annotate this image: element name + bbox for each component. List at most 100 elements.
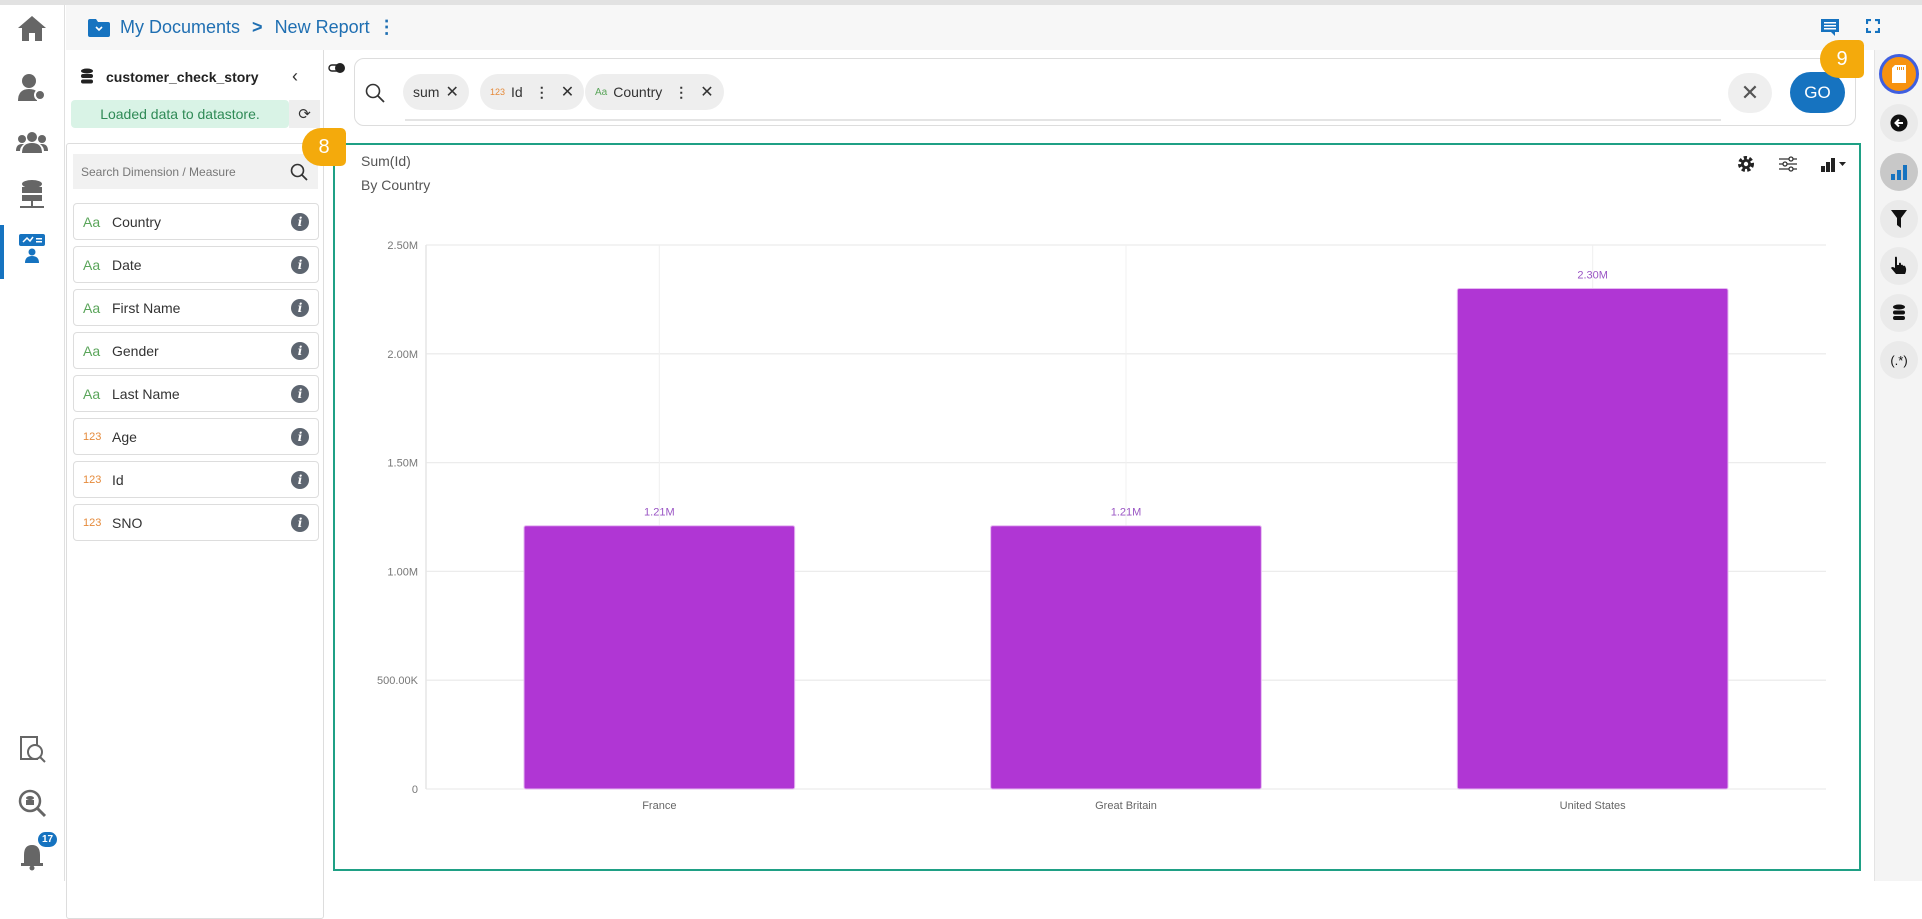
data-catalog-icon[interactable] — [14, 732, 50, 768]
dataset-panel: customer_check_story ‹ Loaded data to da… — [66, 50, 324, 919]
x-tick-label: United States — [1560, 800, 1627, 812]
info-icon[interactable]: i — [291, 427, 309, 446]
breadcrumb-my-documents[interactable]: My Documents — [120, 17, 240, 38]
field-name: First Name — [112, 299, 181, 316]
measure-type-icon: 123 — [83, 430, 102, 443]
remove-chip-icon[interactable]: ✕ — [561, 82, 574, 102]
query-chip-sum[interactable]: sum ✕ — [403, 74, 469, 110]
database-icon — [81, 68, 93, 84]
info-icon[interactable]: i — [291, 212, 309, 231]
field-item-date[interactable]: Aa Date i — [73, 246, 319, 283]
bar-chart: 0 500.00K 1.00M 1.50M 2.00M 2.50M 1.21M France 1… — [377, 240, 1826, 812]
field-item-age[interactable]: 123 Age i — [73, 418, 319, 455]
notifications-bell-icon[interactable]: 17 — [14, 832, 58, 874]
bar-united-states[interactable] — [1456, 288, 1729, 790]
query-bar: sum ✕ 123 Id ⋮ ✕ Aa Country ⋮ ✕ ✕ GO — [354, 58, 1856, 126]
pointer-hand-icon[interactable] — [1880, 247, 1918, 285]
breadcrumb: My Documents > New Report ⋮ — [66, 5, 1922, 50]
home-icon[interactable] — [14, 10, 50, 46]
dimension-type-icon: Aa — [83, 256, 101, 273]
info-icon[interactable]: i — [291, 341, 309, 360]
users-group-icon[interactable] — [14, 124, 50, 160]
bar-great-britain[interactable] — [990, 525, 1262, 790]
go-button[interactable]: GO — [1790, 72, 1845, 113]
y-tick-label: 1.00M — [387, 566, 418, 578]
collapse-panel-icon[interactable]: ‹ — [292, 66, 298, 87]
callout-badge-8: 8 — [302, 128, 346, 166]
toggle-switch[interactable] — [328, 62, 346, 74]
field-item-last-name[interactable]: Aa Last Name i — [73, 375, 319, 412]
info-icon[interactable]: i — [291, 298, 309, 317]
chart-container: Sum(Id) By Country 0 500.00K 1.00M 1.50M 2.0… — [333, 143, 1861, 871]
dimension-type-icon: Aa — [83, 213, 101, 230]
query-chip-id[interactable]: 123 Id ⋮ ✕ — [480, 74, 585, 110]
chip-menu-icon[interactable]: ⋮ — [535, 84, 549, 101]
chip-menu-icon[interactable]: ⋮ — [674, 84, 688, 101]
query-input-underline[interactable] — [405, 119, 1721, 121]
dimension-type-icon: Aa — [83, 342, 101, 359]
search-field-input[interactable]: Search Dimension / Measure — [73, 154, 318, 189]
field-item-gender[interactable]: Aa Gender i — [73, 332, 319, 369]
remove-chip-icon[interactable]: ✕ — [445, 82, 458, 102]
remove-chip-icon[interactable]: ✕ — [700, 82, 713, 102]
callout-badge-9: 9 — [1820, 40, 1864, 78]
info-icon[interactable]: i — [291, 384, 309, 403]
field-item-sno[interactable]: 123 SNO i — [73, 504, 319, 541]
user-settings-icon[interactable] — [14, 69, 50, 105]
notification-count-badge: 17 — [38, 832, 58, 847]
y-tick-label: 500.00K — [377, 675, 419, 687]
measure-type-icon: 123 — [83, 473, 102, 486]
field-item-country[interactable]: Aa Country i — [73, 203, 319, 240]
active-indicator — [0, 225, 4, 279]
app-nav: 17 — [0, 5, 65, 881]
search-icon — [365, 83, 385, 103]
field-item-id[interactable]: 123 Id i — [73, 461, 319, 498]
field-name: Country — [112, 213, 162, 230]
filter-icon[interactable] — [1880, 200, 1918, 238]
field-name: Last Name — [112, 385, 180, 402]
right-toolbar: (.*) — [1874, 50, 1922, 881]
field-list: Search Dimension / Measure Aa Country i Aa D… — [66, 143, 324, 919]
database-icon[interactable] — [1880, 294, 1918, 332]
x-tick-label: France — [642, 800, 676, 812]
y-tick-label: 2.00M — [387, 349, 418, 361]
chart-icon[interactable] — [1880, 153, 1918, 191]
clear-query-button[interactable]: ✕ — [1728, 73, 1772, 113]
comments-icon[interactable] — [1821, 19, 1839, 36]
data-story-icon[interactable] — [14, 230, 50, 266]
field-name: Id — [112, 471, 124, 488]
info-icon[interactable]: i — [291, 513, 309, 532]
y-tick-label: 0 — [412, 784, 418, 796]
dataset-name: customer_check_story — [106, 68, 259, 85]
search-icon[interactable] — [290, 163, 308, 181]
search-placeholder: Search Dimension / Measure — [81, 164, 236, 179]
data-search-icon[interactable] — [14, 785, 50, 821]
field-item-first-name[interactable]: Aa First Name i — [73, 289, 319, 326]
field-name: Gender — [112, 342, 159, 359]
regex-icon[interactable]: (.*) — [1880, 341, 1918, 379]
bar-france[interactable] — [523, 525, 796, 790]
dimension-type-icon: Aa — [83, 385, 101, 402]
y-tick-label: 1.50M — [387, 458, 418, 470]
data-connector-icon[interactable] — [14, 177, 50, 213]
query-chip-country[interactable]: Aa Country ⋮ ✕ — [585, 74, 724, 110]
field-name: Age — [112, 428, 137, 445]
measure-type-icon: 123 — [490, 87, 506, 97]
refresh-icon[interactable]: ⟳ — [289, 100, 320, 128]
dimension-type-icon: Aa — [83, 299, 101, 316]
more-options-icon[interactable]: ⋮ — [378, 17, 396, 38]
x-tick-label: Great Britain — [1095, 800, 1157, 812]
dimension-type-icon: Aa — [595, 86, 608, 98]
back-arrow-icon[interactable] — [1880, 104, 1918, 142]
fullscreen-icon[interactable] — [1866, 19, 1880, 33]
y-tick-label: 2.50M — [387, 240, 418, 252]
status-message: Loaded data to datastore. — [71, 100, 289, 128]
chip-label: Id — [511, 84, 523, 100]
info-icon[interactable]: i — [291, 470, 309, 489]
field-name: SNO — [112, 514, 143, 531]
measure-type-icon: 123 — [83, 516, 102, 529]
storyboard-icon[interactable] — [1879, 54, 1919, 94]
info-icon[interactable]: i — [291, 255, 309, 274]
folder-icon — [88, 18, 110, 37]
breadcrumb-report-name[interactable]: New Report — [275, 17, 370, 38]
